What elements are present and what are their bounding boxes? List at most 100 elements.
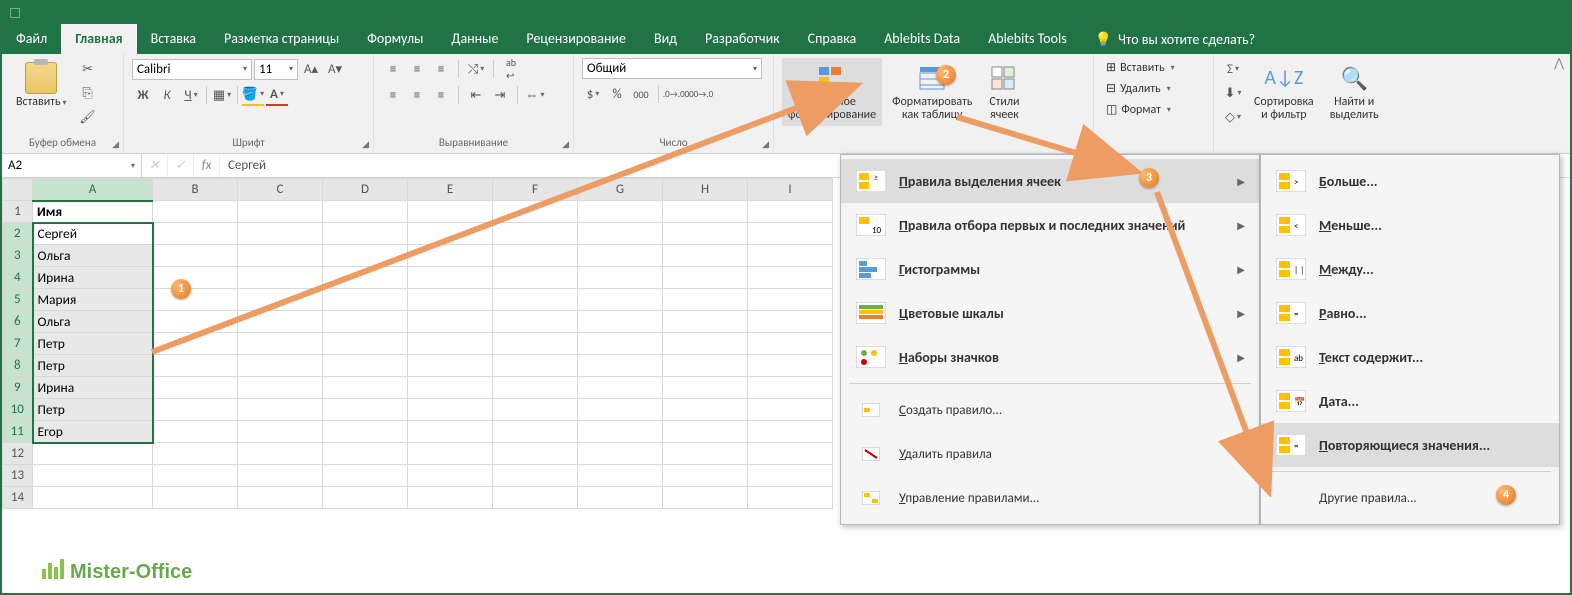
cell-I6[interactable] [748,311,833,333]
sort-filter-button[interactable]: A↓Z Сортировка и фильтр [1248,58,1320,126]
cell-I11[interactable] [748,421,833,443]
cf-menu-item-3[interactable]: Цветовые шкалы ▶ [841,291,1259,335]
format-as-table-button[interactable]: Форматировать как таблицу [886,58,978,126]
cell-A2[interactable]: Сергей [33,223,153,245]
col-header-E[interactable]: E [408,179,493,201]
cell-B12[interactable] [153,443,238,465]
clear-button[interactable]: ◇▾ [1222,106,1244,128]
cell-E8[interactable] [408,355,493,377]
font-size-combo[interactable]: 11▾ [254,59,298,80]
increase-font-button[interactable]: A▴ [300,58,322,80]
tab-file[interactable]: Файл [2,24,61,54]
name-box[interactable]: A2▾ [2,154,142,177]
cell-C7[interactable] [238,333,323,355]
cell-F3[interactable] [493,245,578,267]
align-right-button[interactable]: ≡ [430,84,452,106]
cell-G7[interactable] [578,333,663,355]
cell-A7[interactable]: Петр [33,333,153,355]
cell-E9[interactable] [408,377,493,399]
col-header-F[interactable]: F [493,179,578,201]
cell-H2[interactable] [663,223,748,245]
cf-menu-item-2[interactable]: Гистограммы ▶ [841,247,1259,291]
cell-G6[interactable] [578,311,663,333]
col-header-C[interactable]: C [238,179,323,201]
cell-B10[interactable] [153,399,238,421]
cell-F13[interactable] [493,465,578,487]
cf-menu-item-6[interactable]: Создать правило... [841,388,1259,432]
cell-I14[interactable] [748,487,833,509]
italic-button[interactable]: К [156,84,178,106]
paste-button[interactable]: Вставить▾ [10,58,73,113]
cf-menu-item-4[interactable]: Наборы значков ▶ [841,335,1259,379]
font-name-combo[interactable]: Calibri▾ [132,59,252,80]
highlight-rule-item-5[interactable]: 📅 Дата... [1261,379,1559,423]
number-format-combo[interactable]: Общий▾ [582,58,762,79]
cell-B3[interactable] [153,245,238,267]
cell-G13[interactable] [578,465,663,487]
cell-E3[interactable] [408,245,493,267]
collapse-ribbon-button[interactable]: ⋀ [1554,56,1564,71]
cell-B2[interactable] [153,223,238,245]
cf-menu-item-8[interactable]: Управление правилами... [841,476,1259,520]
row-header-8[interactable]: 8 [3,355,33,377]
cell-G8[interactable] [578,355,663,377]
cell-C3[interactable] [238,245,323,267]
cell-E7[interactable] [408,333,493,355]
borders-button[interactable]: ▦▾ [211,84,233,106]
cell-G3[interactable] [578,245,663,267]
cell-G1[interactable] [578,201,663,223]
increase-decimal-button[interactable]: .0→.00 [665,83,687,105]
autosum-button[interactable]: Σ▾ [1222,58,1244,80]
highlight-rule-item-0[interactable]: > Больше... [1261,159,1559,203]
cell-C10[interactable] [238,399,323,421]
find-select-button[interactable]: 🔍 Найти и выделить [1324,58,1385,126]
enter-button[interactable]: ✓ [168,154,194,177]
cell-E2[interactable] [408,223,493,245]
cell-H13[interactable] [663,465,748,487]
tab-data[interactable]: Данные [437,24,512,54]
format-cells-button[interactable]: ◫Формат▾ [1102,100,1179,119]
cell-B11[interactable] [153,421,238,443]
cf-menu-item-0[interactable]: ≥ Правила выделения ячеек ▶ [841,159,1259,203]
cell-I1[interactable] [748,201,833,223]
row-header-13[interactable]: 13 [3,465,33,487]
cell-C13[interactable] [238,465,323,487]
cell-D3[interactable] [323,245,408,267]
tab-insert[interactable]: Вставка [137,24,210,54]
cell-B1[interactable] [153,201,238,223]
cell-A5[interactable]: Мария [33,289,153,311]
orientation-button[interactable]: ⤭▾ [465,58,487,80]
cell-H4[interactable] [663,267,748,289]
cell-G10[interactable] [578,399,663,421]
row-header-3[interactable]: 3 [3,245,33,267]
cell-G5[interactable] [578,289,663,311]
cell-F10[interactable] [493,399,578,421]
cell-F6[interactable] [493,311,578,333]
align-left-button[interactable]: ≡ [382,84,404,106]
row-header-4[interactable]: 4 [3,267,33,289]
comma-style-button[interactable]: 000 [630,83,652,105]
cell-A14[interactable] [33,487,153,509]
cell-H12[interactable] [663,443,748,465]
cell-C6[interactable] [238,311,323,333]
cell-D14[interactable] [323,487,408,509]
cell-F2[interactable] [493,223,578,245]
cell-I8[interactable] [748,355,833,377]
align-top-button[interactable]: ≡ [382,58,404,80]
cell-D10[interactable] [323,399,408,421]
cell-I4[interactable] [748,267,833,289]
decrease-decimal-button[interactable]: .00→.0 [689,83,711,105]
cell-C5[interactable] [238,289,323,311]
cell-E14[interactable] [408,487,493,509]
tab-pagelayout[interactable]: Разметка страницы [210,24,353,54]
cell-B8[interactable] [153,355,238,377]
cell-B14[interactable] [153,487,238,509]
col-header-D[interactable]: D [323,179,408,201]
cell-H5[interactable] [663,289,748,311]
cell-F11[interactable] [493,421,578,443]
cancel-button[interactable]: ✕ [142,154,168,177]
cell-A8[interactable]: Петр [33,355,153,377]
cell-E1[interactable] [408,201,493,223]
row-header-14[interactable]: 14 [3,487,33,509]
row-header-1[interactable]: 1 [3,201,33,223]
